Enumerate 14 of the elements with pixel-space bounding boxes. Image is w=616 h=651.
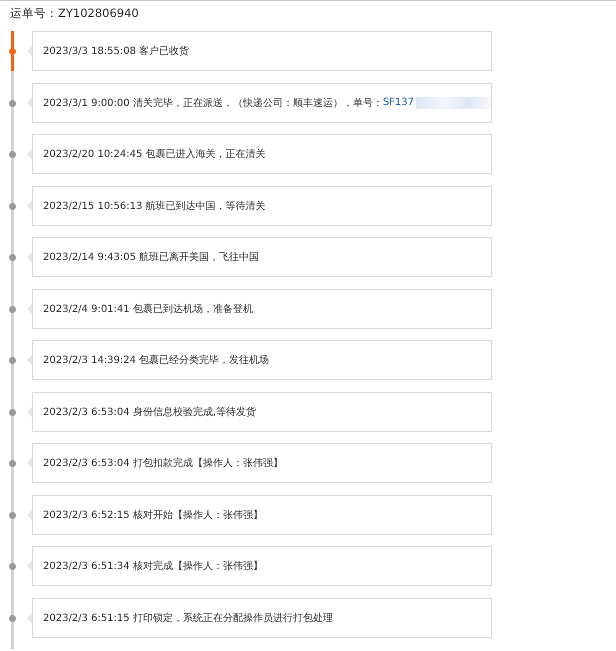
- event-text: 2023/2/3 6:53:04 身份信息校验完成,等待发货: [43, 406, 256, 418]
- tracking-number-link[interactable]: SF137: [382, 97, 414, 108]
- event-text: 2023/2/3 6:52:15 核对开始【操作人：张伟强】: [43, 508, 263, 522]
- waybill-number: 运单号：ZY102806940: [9, 5, 140, 22]
- event-text: 2023/2/3 14:39:24 包裹已经分类完毕，发往机场: [43, 354, 270, 367]
- event-text: 2023/3/1 9:00:00 清关完毕，正在派送，（快递公司：顺丰速运），单号：: [43, 96, 383, 110]
- event-text: 2023/2/20 10:24:45 包裹已进入海关，正在清关: [43, 148, 266, 161]
- event-text: 2023/2/14 9:43:05 航班已离开美国，飞往中国: [43, 250, 260, 264]
- event-text: 2023/2/3 6:53:04 打包扣款完成【操作人：张伟强】: [43, 456, 283, 470]
- event-text: 2023/2/4 9:01:41 包裹已到达机场，准备登机: [43, 302, 253, 316]
- event-text: 2023/2/3 6:51:15 打印锁定，系统正在分配操作员进行打包处理: [43, 612, 333, 624]
- event-text: 2023/2/15 10:56:13 航班已到达中国，等待清关: [43, 200, 266, 212]
- event-text: 2023/2/3 6:51:34 核对完成【操作人：张伟强】: [43, 560, 263, 573]
- event-text: 2023/3/3 18:55:08 客户已收货: [43, 44, 190, 58]
